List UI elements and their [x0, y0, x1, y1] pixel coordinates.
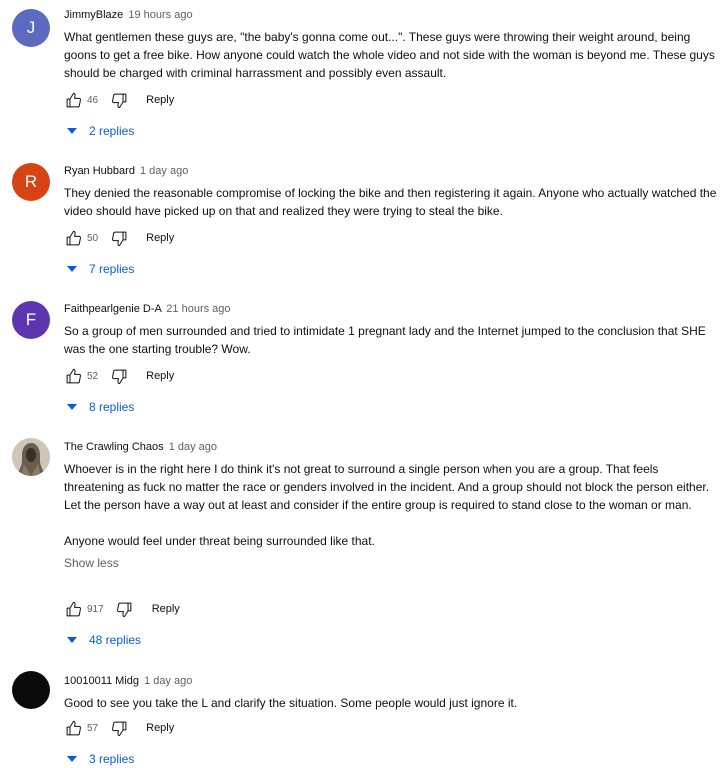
comment-body: Ryan Hubbard 1 day ago They denied the r…: [64, 164, 717, 220]
author-name[interactable]: 10010011 Midg: [64, 675, 139, 687]
thumbs-down-icon[interactable]: [110, 91, 128, 109]
reply-button[interactable]: Reply: [152, 603, 180, 615]
caret-down-icon: [67, 128, 77, 134]
thumbs-up-icon[interactable]: [64, 719, 82, 737]
replies-toggle[interactable]: 48 replies: [67, 633, 141, 647]
reply-button[interactable]: Reply: [146, 370, 174, 382]
caret-down-icon: [67, 404, 77, 410]
caret-down-icon: [67, 637, 77, 643]
replies-toggle[interactable]: 2 replies: [67, 124, 134, 138]
show-less-link[interactable]: Show less: [64, 554, 717, 572]
comment-body: Faithpearlgenie D-A 21 hours ago So a gr…: [64, 302, 717, 358]
reply-button[interactable]: Reply: [146, 232, 174, 244]
replies-toggle[interactable]: 7 replies: [67, 262, 134, 276]
author-name[interactable]: The Crawling Chaos: [64, 441, 164, 453]
replies-toggle[interactable]: 8 replies: [67, 400, 134, 414]
comment-header: 10010011 Midg 1 day ago: [64, 674, 717, 688]
timestamp[interactable]: 1 day ago: [140, 165, 188, 177]
replies-count: 48 replies: [89, 633, 142, 647]
action-bar: 57 Reply: [64, 718, 174, 738]
replies-toggle[interactable]: 3 replies: [67, 752, 134, 766]
comment-body: The Crawling Chaos 1 day ago Whoever is …: [64, 440, 717, 572]
thumbs-up-icon[interactable]: [64, 229, 82, 247]
like-count: 46: [87, 94, 99, 106]
comment-text: What gentlemen these guys are, "the baby…: [64, 28, 717, 82]
like-count: 57: [87, 722, 99, 734]
action-bar: 917 Reply: [64, 599, 180, 619]
thumbs-down-icon[interactable]: [110, 229, 128, 247]
timestamp[interactable]: 21 hours ago: [166, 303, 230, 315]
action-bar: 50 Reply: [64, 228, 174, 248]
hooded-figure-icon: [12, 438, 50, 476]
replies-count: 2 replies: [89, 124, 135, 138]
reply-button[interactable]: Reply: [146, 722, 174, 734]
thumbs-down-icon[interactable]: [110, 719, 128, 737]
thumbs-down-icon[interactable]: [110, 367, 128, 385]
avatar[interactable]: F: [12, 301, 50, 339]
thumbs-up-icon[interactable]: [64, 91, 82, 109]
replies-count: 3 replies: [89, 752, 135, 766]
comment-text: Good to see you take the L and clarify t…: [64, 694, 717, 712]
comment-header: JimmyBlaze 19 hours ago: [64, 8, 717, 22]
avatar[interactable]: R: [12, 163, 50, 201]
comment-header: Faithpearlgenie D-A 21 hours ago: [64, 302, 717, 316]
timestamp[interactable]: 1 day ago: [169, 441, 217, 453]
author-name[interactable]: JimmyBlaze: [64, 9, 123, 21]
author-name[interactable]: Faithpearlgenie D-A: [64, 303, 161, 315]
author-name[interactable]: Ryan Hubbard: [64, 165, 135, 177]
comment-header: The Crawling Chaos 1 day ago: [64, 440, 717, 454]
replies-count: 8 replies: [89, 400, 135, 414]
avatar[interactable]: [12, 438, 50, 476]
like-count: 50: [87, 232, 99, 244]
caret-down-icon: [67, 266, 77, 272]
like-count: 917: [87, 603, 104, 615]
reply-button[interactable]: Reply: [146, 94, 174, 106]
replies-count: 7 replies: [89, 262, 135, 276]
comment-body: JimmyBlaze 19 hours ago What gentlemen t…: [64, 8, 717, 82]
comment-text: They denied the reasonable compromise of…: [64, 184, 717, 220]
comment-paragraph: They denied the reasonable compromise of…: [64, 186, 717, 218]
comment-paragraph: Good to see you take the L and clarify t…: [64, 696, 518, 710]
comment-paragraph: What gentlemen these guys are, "the baby…: [64, 30, 715, 80]
timestamp[interactable]: 1 day ago: [144, 675, 192, 687]
thumbs-down-icon[interactable]: [116, 600, 134, 618]
avatar[interactable]: J: [12, 9, 50, 47]
comment-text: Whoever is in the right here I do think …: [64, 460, 717, 550]
comment-body: 10010011 Midg 1 day ago Good to see you …: [64, 674, 717, 712]
comment-text: So a group of men surrounded and tried t…: [64, 322, 717, 358]
comment-paragraph: So a group of men surrounded and tried t…: [64, 324, 706, 356]
avatar[interactable]: [12, 671, 50, 709]
timestamp[interactable]: 19 hours ago: [128, 9, 192, 21]
comment-header: Ryan Hubbard 1 day ago: [64, 164, 717, 178]
caret-down-icon: [67, 756, 77, 762]
action-bar: 52 Reply: [64, 366, 174, 386]
comment-paragraph: Whoever is in the right here I do think …: [64, 462, 710, 512]
action-bar: 46 Reply: [64, 90, 174, 110]
thumbs-up-icon[interactable]: [64, 600, 82, 618]
comment-paragraph: Anyone would feel under threat being sur…: [64, 534, 375, 548]
thumbs-up-icon[interactable]: [64, 367, 82, 385]
like-count: 52: [87, 370, 99, 382]
